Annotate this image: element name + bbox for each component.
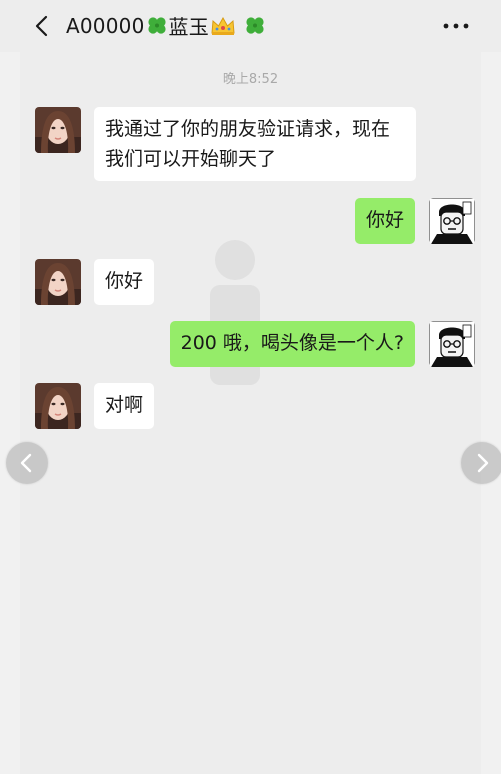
chevron-left-icon — [35, 15, 48, 37]
message-bubble-incoming[interactable]: 我通过了你的朋友验证请求，现在 我们可以开始聊天了 — [94, 107, 416, 181]
four-leaf-clover-icon — [146, 15, 168, 37]
chat-title: A00000 蓝玉 — [66, 11, 266, 40]
back-button[interactable] — [30, 12, 56, 40]
message-bubble-incoming[interactable]: 对啊 — [94, 383, 155, 429]
chevron-right-icon — [477, 453, 489, 473]
more-button[interactable] — [441, 16, 471, 36]
right-margin — [481, 0, 501, 774]
message-text: 对啊 — [105, 394, 144, 416]
message-text: 你好 — [105, 270, 144, 292]
my-avatar[interactable] — [429, 321, 475, 367]
next-button[interactable] — [461, 442, 501, 484]
message-text: 200 哦，喝头像是一个人? — [180, 332, 404, 354]
my-avatar[interactable] — [429, 198, 475, 244]
message-text-line: 我通过了你的朋友验证请求，现在 — [105, 118, 391, 140]
contact-avatar[interactable] — [35, 383, 81, 429]
contact-avatar[interactable] — [35, 107, 81, 153]
message-text: 你好 — [365, 209, 404, 231]
message-bubble-outgoing[interactable]: 200 哦，喝头像是一个人? — [169, 321, 415, 367]
message-timestamp: 晚上8:52 — [222, 72, 279, 87]
chevron-left-icon — [20, 453, 32, 473]
chat-header: A00000 蓝玉 — [0, 0, 501, 52]
title-prefix: A00000 — [66, 13, 145, 38]
contact-avatar[interactable] — [35, 259, 81, 305]
title-name: 蓝玉 — [168, 15, 209, 39]
message-text-line: 我们可以开始聊天了 — [105, 148, 277, 170]
left-margin — [0, 0, 20, 774]
crown-icon — [210, 15, 236, 37]
chat-screen: A00000 蓝玉 晚上8:52 我通过了你的朋友验证请求，现在 我们可以开始聊… — [0, 0, 501, 774]
more-dots-icon — [443, 23, 469, 29]
four-leaf-clover-icon — [244, 15, 266, 37]
message-bubble-incoming[interactable]: 你好 — [94, 259, 155, 305]
message-bubble-outgoing[interactable]: 你好 — [354, 198, 415, 244]
previous-button[interactable] — [6, 442, 48, 484]
